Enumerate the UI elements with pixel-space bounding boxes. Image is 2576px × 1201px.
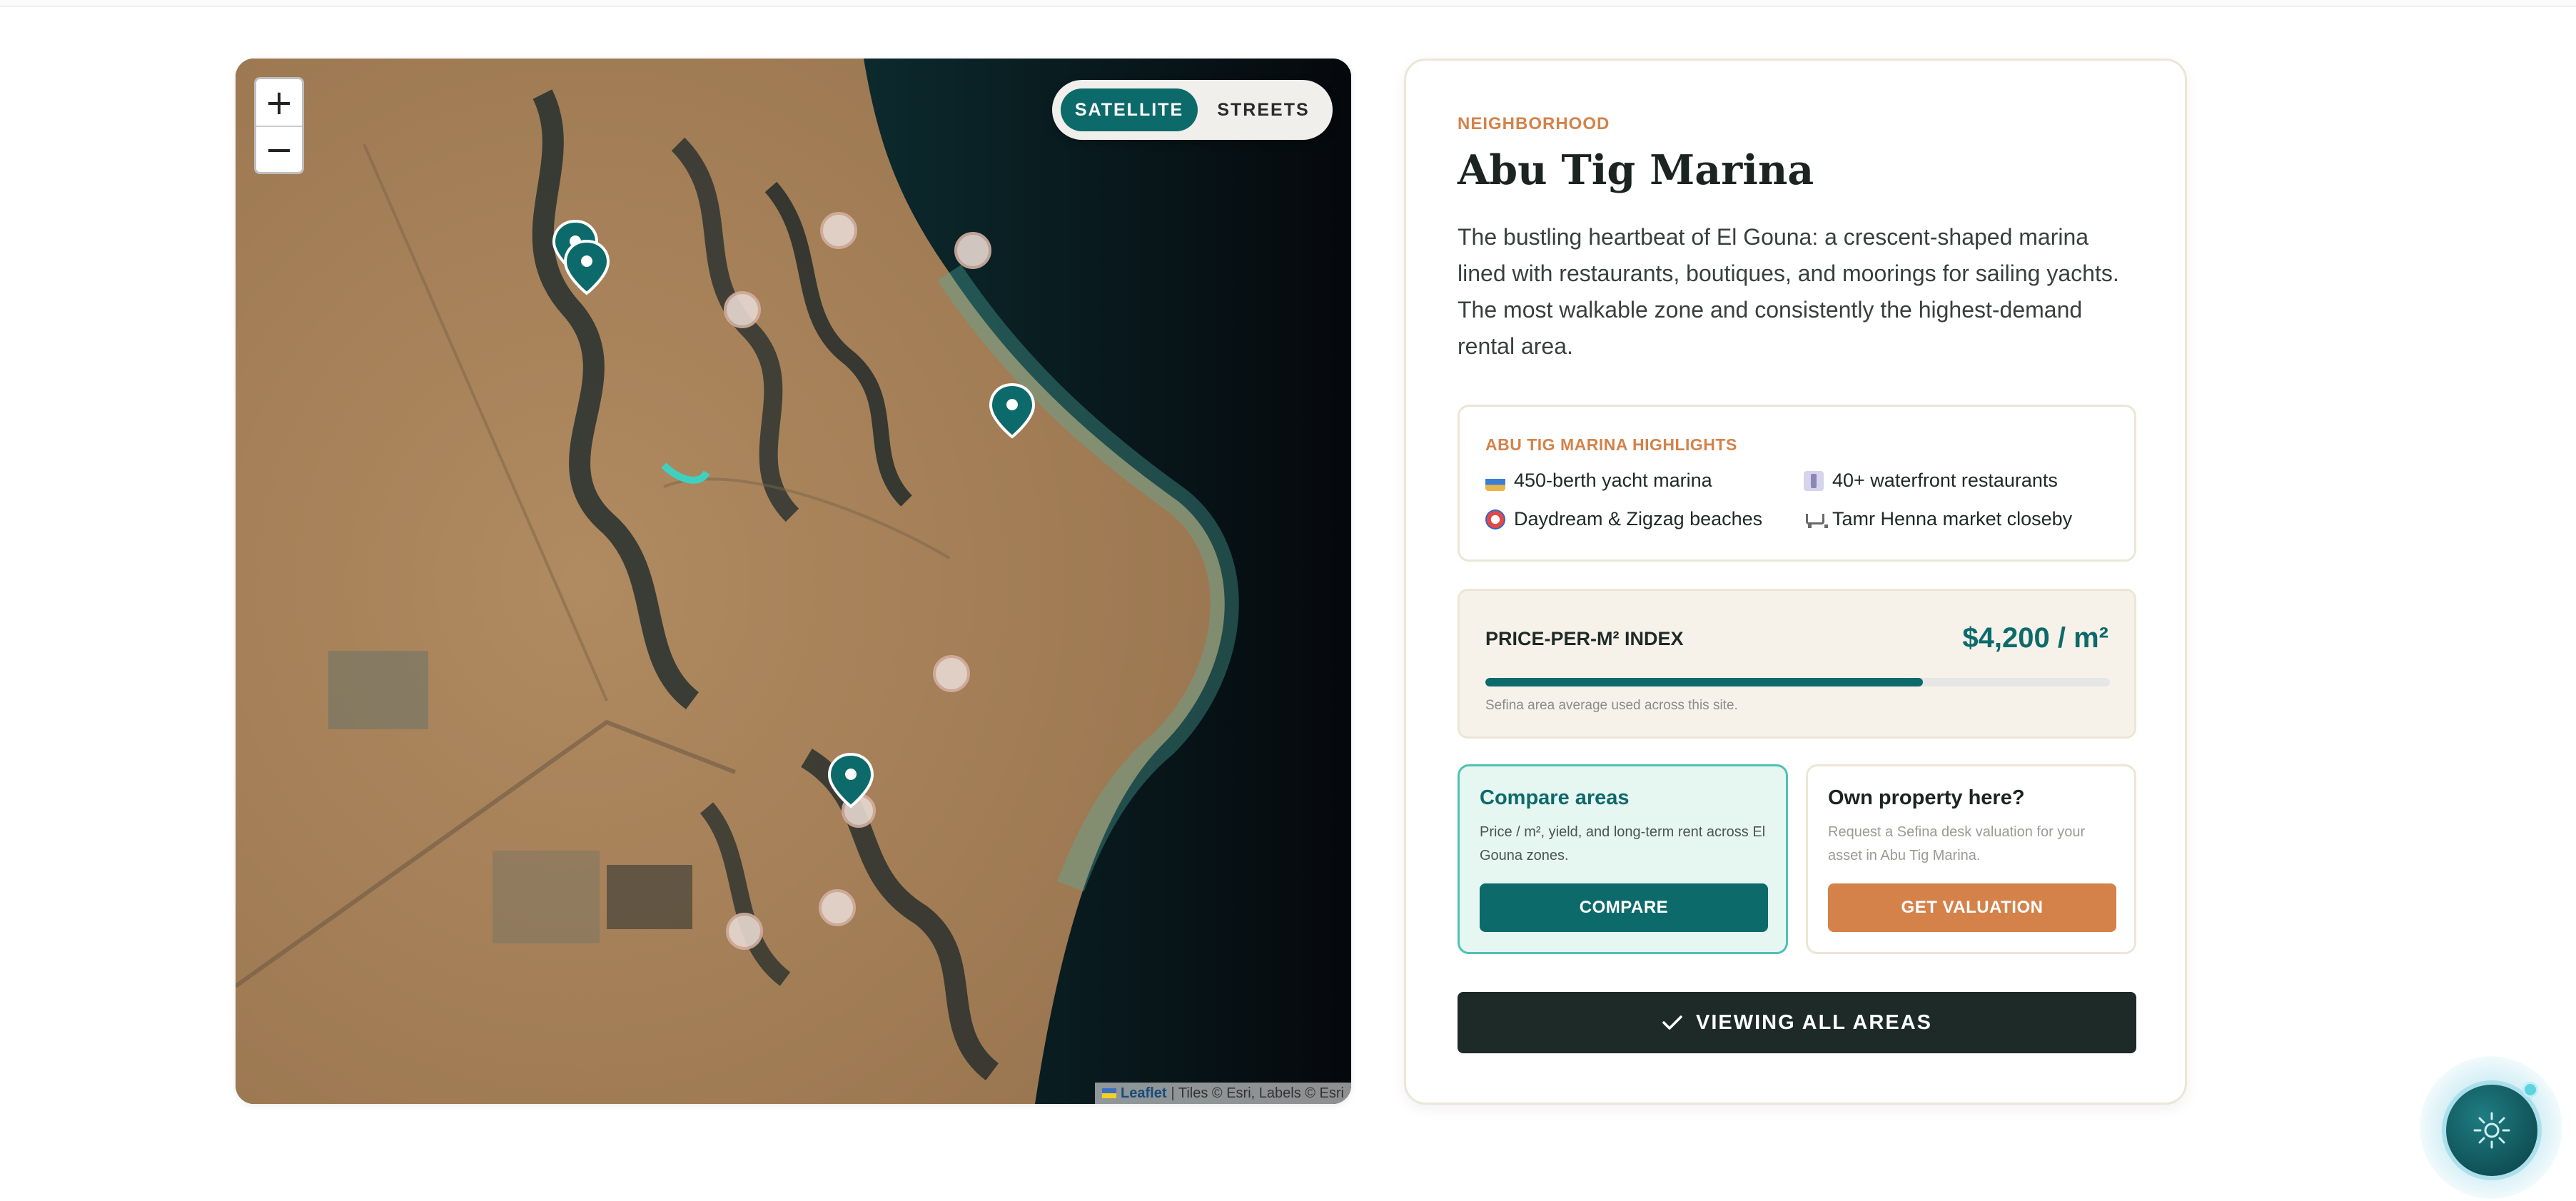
neighborhood-panel: NEIGHBORHOOD Abu Tig Marina The bustling… (1404, 59, 2187, 1105)
map-attribution: Leaflet | Tiles © Esri, Labels © Esri (1095, 1083, 1351, 1104)
highlight-item: Tamr Henna market closeby (1804, 508, 2072, 530)
leaflet-link[interactable]: Leaflet (1121, 1085, 1166, 1102)
notification-dot (2522, 1082, 2538, 1098)
cluster-marker[interactable] (954, 232, 991, 269)
highlight-item: 40+ waterfront restaurants (1804, 470, 2058, 492)
compare-card-title: Compare areas (1480, 786, 1630, 809)
highlight-item: 450-berth yacht marina (1485, 470, 1712, 492)
price-index-bar (1485, 678, 2110, 686)
map-markers (552, 212, 1036, 950)
own-property-card: Own property here? Request a Sefina desk… (1806, 764, 2136, 954)
check-icon (1662, 1015, 1682, 1030)
neighborhood-description: The bustling heartbeat of El Gouna: a cr… (1458, 224, 2119, 359)
top-divider (0, 0, 2576, 7)
compare-button[interactable]: COMPARE (1480, 883, 1768, 932)
price-index-box: PRICE-PER-M² INDEX $4,200 / m² Sefina ar… (1458, 589, 2136, 739)
own-card-title: Own property here? (1828, 786, 2025, 809)
shopping-cart-icon (1804, 510, 1828, 529)
price-index-value: $4,200 / m² (1962, 622, 2108, 654)
assistant-fab-button[interactable] (2446, 1085, 2537, 1176)
satellite-layer-button[interactable]: SATELLITE (1061, 88, 1198, 131)
cluster-marker[interactable] (819, 889, 856, 926)
satellite-map[interactable]: + − SATELLITE STREETS Leaflet | Tiles © … (236, 59, 1351, 1104)
ukraine-flag-icon (1102, 1088, 1117, 1098)
highlights-title: ABU TIG MARINA HIGHLIGHTS (1485, 435, 1737, 454)
zoom-in-button[interactable]: + (256, 79, 302, 126)
price-index-label: PRICE-PER-M² INDEX (1485, 628, 1684, 649)
page-title: Abu Tig Marina (1458, 146, 1814, 194)
cluster-marker[interactable] (933, 655, 970, 692)
price-index-note: Sefina area average used across this sit… (1485, 698, 1738, 713)
highlights-box: ABU TIG MARINA HIGHLIGHTS 450-berth yach… (1458, 405, 2136, 562)
own-card-text: Request a Sefina desk valuation for your… (1828, 824, 2086, 863)
section-kicker: NEIGHBORHOOD (1458, 114, 1610, 133)
cluster-marker[interactable] (820, 212, 857, 249)
fork-knife-icon (1804, 470, 1824, 491)
location-pin[interactable] (563, 239, 610, 295)
highlight-label: 450-berth yacht marina (1514, 470, 1712, 491)
view-all-label: VIEWING ALL AREAS (1696, 1010, 1932, 1034)
sun-icon (2473, 1112, 2510, 1149)
tiles-attribution: | Tiles © Esri, Labels © Esri (1171, 1085, 1344, 1101)
streets-layer-button[interactable]: STREETS (1203, 88, 1323, 131)
get-valuation-button[interactable]: GET VALUATION (1828, 883, 2116, 932)
price-index-bar-fill (1485, 678, 1923, 686)
highlight-label: Daydream & Zigzag beaches (1514, 508, 1763, 529)
highlight-label: Tamr Henna market closeby (1832, 508, 2073, 529)
zoom-control: + − (254, 77, 304, 174)
zoom-out-button[interactable]: − (256, 126, 302, 172)
highlight-label: 40+ waterfront restaurants (1832, 470, 2058, 491)
map-layer-toggle: SATELLITE STREETS (1052, 80, 1333, 140)
yacht-icon (1485, 470, 1505, 491)
compare-card-text: Price / m², yield, and long-term rent ac… (1480, 824, 1766, 863)
beach-ring-icon (1485, 509, 1505, 529)
cluster-marker[interactable] (724, 291, 761, 328)
location-pin[interactable] (989, 382, 1036, 439)
compare-areas-card: Compare areas Price / m², yield, and lon… (1458, 764, 1788, 954)
cluster-marker[interactable] (726, 913, 763, 950)
view-all-areas-button[interactable]: VIEWING ALL AREAS (1458, 992, 2136, 1053)
highlight-item: Daydream & Zigzag beaches (1485, 508, 1762, 530)
